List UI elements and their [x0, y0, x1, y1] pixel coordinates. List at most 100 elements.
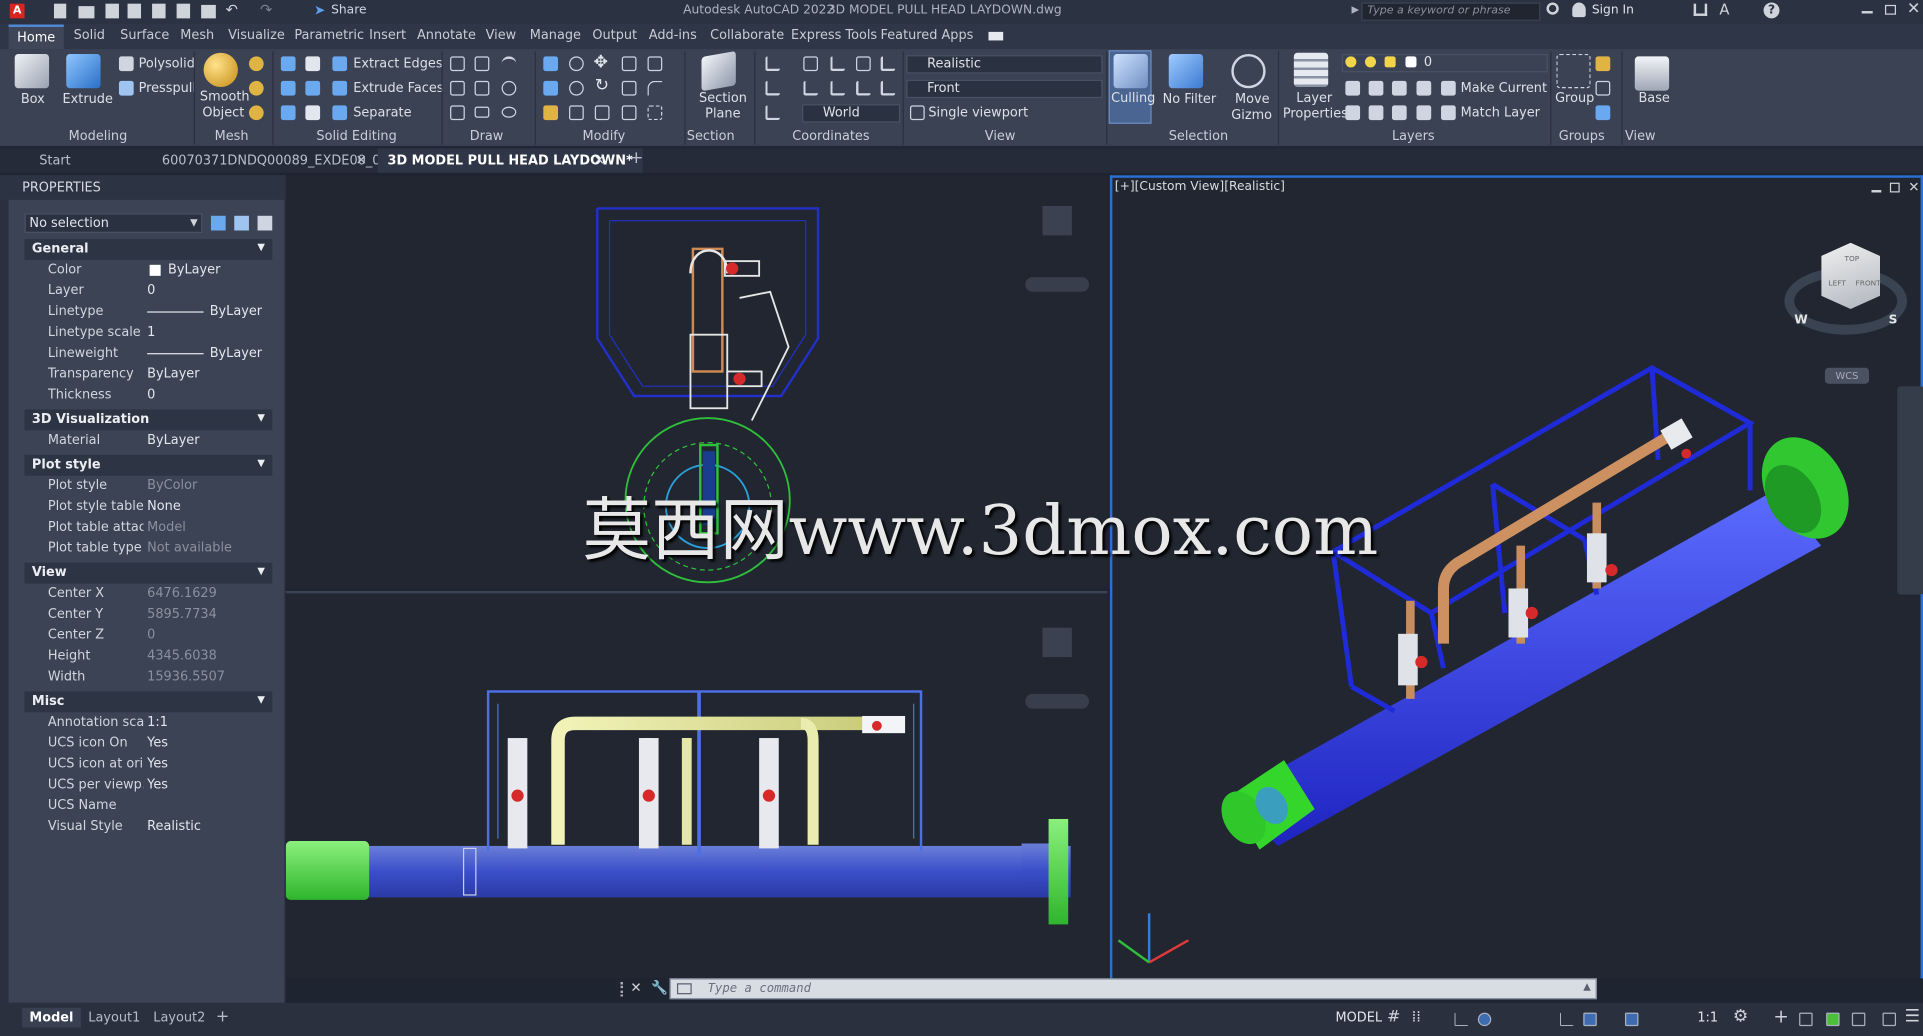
layer-dropdown[interactable]: 0 [1341, 53, 1548, 73]
property-row[interactable]: Linetype scale 1 [25, 322, 273, 343]
box-button[interactable]: Box [21, 92, 45, 107]
tab-featured-apps[interactable]: Featured Apps [881, 28, 974, 43]
ucs-3point-icon[interactable] [856, 80, 871, 96]
union-icon[interactable] [280, 56, 296, 72]
layer-tool-icon[interactable] [1391, 105, 1407, 121]
arc-icon[interactable] [501, 56, 517, 71]
tab-file1[interactable]: 60070371DNDQ00089_EXDE00_01* [152, 148, 405, 173]
new-icon[interactable] [53, 3, 67, 19]
restore-icon[interactable] [1884, 4, 1897, 15]
property-row[interactable]: UCS per viewp... Yes [25, 775, 273, 796]
grid-icon[interactable]: # [1387, 1008, 1400, 1026]
command-customize-icon[interactable]: 🔧 [651, 980, 668, 996]
no-filter-button[interactable]: No Filter [1163, 92, 1217, 107]
tab-start[interactable]: Start [29, 148, 80, 173]
panel-groups[interactable]: Groups [1559, 129, 1605, 144]
shell-icon[interactable] [305, 105, 321, 121]
mirror-icon[interactable] [543, 56, 559, 72]
tab-layout1[interactable]: Layout1 [81, 1008, 148, 1028]
property-value[interactable]: ByColor [147, 478, 197, 493]
toggle-pickadd-icon[interactable] [210, 215, 226, 231]
tab-layout2[interactable]: Layout2 [146, 1008, 213, 1028]
move-gizmo-label-2[interactable]: Gizmo [1231, 108, 1272, 123]
nav-button[interactable] [1042, 627, 1072, 658]
property-row[interactable]: Width 15936.5507 [25, 667, 273, 688]
add-layout-icon[interactable]: + [216, 1008, 229, 1026]
command-close-icon[interactable]: ✕ [630, 980, 641, 996]
share-button[interactable]: Share [331, 4, 366, 17]
extrude-button[interactable]: Extrude [63, 92, 113, 107]
polar-icon[interactable] [1477, 1012, 1492, 1027]
construct-line-icon[interactable] [474, 80, 490, 96]
match-layer-icon[interactable] [1441, 105, 1456, 121]
property-row[interactable]: Annotation scale1:1 [25, 712, 273, 733]
viewport-minimize-icon[interactable] [1871, 190, 1882, 193]
viewcube-box[interactable] [1821, 242, 1881, 309]
user-icon[interactable] [1572, 2, 1586, 18]
panel-view2[interactable]: View [1625, 129, 1656, 144]
search-expand-icon[interactable]: ▶ [1351, 4, 1359, 15]
polysolid-icon[interactable] [118, 56, 134, 72]
cart-icon[interactable] [1693, 3, 1708, 16]
property-row[interactable]: Material ByLayer [25, 430, 273, 451]
viewport-restore-icon[interactable] [1889, 182, 1900, 193]
new-tab-icon[interactable]: + [629, 148, 643, 168]
group-edit-icon[interactable] [1595, 80, 1611, 96]
annotation-scale-icon[interactable] [1673, 1013, 1686, 1026]
selection-cycling-icon[interactable] [1583, 1012, 1597, 1027]
viewport-label[interactable]: [+][Custom View][Realistic] [1115, 180, 1285, 193]
smooth-object-icon[interactable] [203, 52, 238, 88]
ucs-x-icon[interactable] [830, 56, 845, 72]
workspace-toggle-icon[interactable] [988, 31, 1004, 41]
panel-modify[interactable]: Modify [583, 129, 626, 144]
tab-model[interactable]: Model [22, 1007, 81, 1028]
property-value[interactable]: Not available [147, 541, 232, 556]
property-row[interactable]: Center Z 0 [25, 625, 273, 646]
model-space-button[interactable]: MODEL [1336, 1010, 1382, 1025]
tab-solid[interactable]: Solid [74, 28, 105, 43]
nav-label[interactable] [1025, 277, 1090, 292]
group-icon[interactable] [1556, 53, 1591, 89]
property-row[interactable]: UCS Name [25, 796, 273, 817]
base-button[interactable]: Base [1638, 91, 1669, 106]
layer-tool-icon[interactable] [1345, 80, 1361, 96]
open-icon[interactable] [78, 6, 95, 19]
property-value[interactable]: ByLayer [168, 262, 220, 277]
property-row[interactable]: Height 4345.6038 [25, 646, 273, 667]
mesh-tool-icon[interactable] [248, 105, 264, 121]
culling-label[interactable]: Culling [1111, 91, 1155, 106]
layer-tool-icon[interactable] [1416, 80, 1432, 96]
separate-icon[interactable] [332, 105, 348, 121]
mesh-tool-icon[interactable] [248, 80, 264, 96]
intersect-icon[interactable] [280, 80, 296, 96]
auto-scale-icon[interactable] [1650, 1013, 1663, 1026]
offset-icon[interactable] [621, 105, 637, 121]
compass-west-label[interactable]: W [1794, 314, 1808, 327]
box-icon[interactable] [14, 53, 50, 89]
viewcube-front-label[interactable]: FRONT [1856, 280, 1881, 289]
web-save-icon[interactable] [152, 3, 166, 19]
viewcube[interactable]: TOP LEFT FRONT W S [1784, 242, 1912, 341]
separate-button[interactable]: Separate [353, 105, 411, 120]
property-row[interactable]: Center X 6476.1629 [25, 584, 273, 605]
layer-tool-icon[interactable] [1416, 105, 1432, 121]
extrude-faces-button[interactable]: Extrude Faces [353, 81, 443, 96]
section-plane-label-2[interactable]: Plane [705, 107, 740, 122]
ucs-icon[interactable] [765, 56, 780, 72]
autocad-logo-icon[interactable]: A [9, 3, 25, 19]
quick-select-icon[interactable] [257, 215, 273, 231]
layer-tool-icon[interactable] [1368, 105, 1384, 121]
search-icon[interactable] [1546, 2, 1559, 15]
minimize-icon[interactable] [1861, 11, 1873, 14]
redo-icon[interactable]: ↷ [260, 1, 272, 18]
ellipse-icon[interactable] [501, 106, 517, 118]
property-row[interactable]: Layer 0 [25, 281, 273, 302]
print-icon[interactable] [201, 4, 216, 19]
tab-manage[interactable]: Manage [530, 28, 581, 43]
group-general[interactable]: General ▼ [24, 239, 273, 260]
clean-screen-icon[interactable] [1851, 1012, 1866, 1027]
annotation-scale-value[interactable]: 1:1 [1697, 1010, 1718, 1025]
dynamic-ucs-icon[interactable] [1559, 1012, 1574, 1027]
make-current-button[interactable]: Make Current [1461, 81, 1547, 96]
viewport-config-button[interactable]: Single viewport [928, 105, 1028, 120]
